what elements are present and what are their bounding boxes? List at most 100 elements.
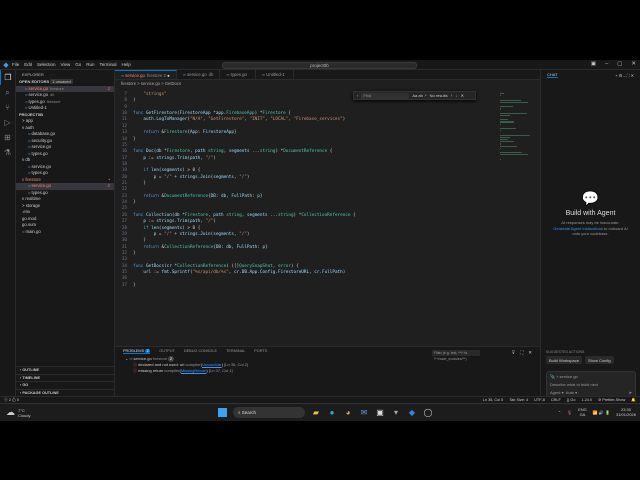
- minimize-button[interactable]: –: [605, 61, 608, 67]
- run-debug-icon[interactable]: ▷: [0, 115, 15, 130]
- layout-icon[interactable]: ▣: [591, 61, 596, 67]
- problem-code-link[interactable]: UnusedVar: [202, 362, 222, 367]
- close-button[interactable]: ✕: [631, 61, 636, 67]
- next-match-icon[interactable]: ↓: [456, 93, 458, 98]
- agent-mode-dropdown[interactable]: Agent: [550, 390, 560, 395]
- find-input[interactable]: Find: [361, 92, 410, 99]
- vscode-taskbar-icon[interactable]: ◆: [407, 408, 417, 417]
- filter-icon[interactable]: ⊽: [512, 350, 515, 356]
- file-tree-label: go.sum: [22, 222, 37, 227]
- menu-item-file[interactable]: File: [12, 62, 19, 67]
- file-tree-label: go.mod: [22, 215, 37, 221]
- minimap[interactable]: [500, 92, 530, 160]
- file-tree-item[interactable]: ∞main.go: [16, 229, 114, 236]
- maximize-panel-icon[interactable]: ⛶: [520, 350, 523, 356]
- outline-section-2[interactable]: › GO: [16, 381, 115, 389]
- extensions-icon[interactable]: ⊞: [0, 130, 15, 145]
- microphone-icon[interactable]: 🎙: [567, 410, 572, 415]
- editor-tab[interactable]: ∞ types.go: [220, 70, 256, 79]
- file-tree-label: v realtime: [22, 196, 41, 201]
- chat-tab[interactable]: CHAT: [547, 72, 558, 78]
- file-explorer-icon[interactable]: ▰: [311, 408, 321, 417]
- menu-bar: File Edit Selection View Go Run Terminal Help: [12, 62, 136, 68]
- menu-item-help[interactable]: Help: [122, 62, 131, 67]
- menu-item-edit[interactable]: Edit: [24, 62, 32, 67]
- clock[interactable]: 23:30 31/01/2026: [616, 407, 636, 417]
- panel-tab-terminal[interactable]: TERMINAL: [226, 349, 245, 354]
- source-control-icon[interactable]: ⑂: [0, 100, 15, 115]
- expand-replace-icon[interactable]: ›: [357, 93, 358, 98]
- find-options[interactable]: Aa ab .*: [412, 93, 426, 98]
- chat-input[interactable]: Describe what to build next: [550, 382, 632, 387]
- maximize-button[interactable]: ▢: [617, 61, 622, 67]
- mail-icon[interactable]: ✉: [359, 408, 369, 417]
- tab-label: service.go: [187, 72, 207, 77]
- testing-icon[interactable]: ⚗: [0, 145, 15, 160]
- agent-instructions-link[interactable]: Generate Agent Instructions: [553, 226, 603, 231]
- language-indicator[interactable]: ENG GA: [578, 407, 587, 417]
- build-workspace-button[interactable]: Build Workspace: [546, 356, 582, 364]
- model-dropdown[interactable]: Auto: [566, 390, 574, 395]
- chrome-icon[interactable]: ◕: [343, 408, 353, 417]
- problem-code-link[interactable]: MissingReturn: [181, 368, 207, 373]
- problems-filter-input[interactable]: Filter (e.g. text, **/*.ts, !**/node_mod…: [432, 350, 480, 361]
- tray-overflow-icon[interactable]: ⌃: [558, 410, 561, 415]
- close-find-icon[interactable]: ✕: [461, 93, 464, 98]
- outline-section-3[interactable]: › PACKAGE OUTLINE: [16, 388, 115, 397]
- command-center-search[interactable]: project0b: [222, 61, 417, 69]
- editor-tab[interactable]: ∞ Untitled-1: [256, 70, 294, 79]
- go-file-icon: ∞: [28, 145, 31, 149]
- problem-message: missing return: [138, 368, 164, 373]
- window-controls: ▣ – ▢ ✕: [591, 61, 636, 67]
- panel-tab-problems[interactable]: PROBLEMS 2: [123, 349, 151, 354]
- taskbar-search[interactable]: ⌕ Search: [233, 407, 305, 418]
- close-panel-icon[interactable]: ✕: [528, 350, 532, 356]
- open-editor-item[interactable]: ∞Untitled-1: [16, 105, 114, 112]
- outline-section-0[interactable]: › OUTLINE: [16, 366, 115, 374]
- line-text: p := strings.Trim(path, "/"): [143, 155, 216, 161]
- explorer-icon[interactable]: ❐: [0, 70, 15, 85]
- panel-tab-ports[interactable]: PORTS: [254, 349, 267, 354]
- problem-location: [Ln 35, Col 2]: [224, 362, 248, 367]
- start-button[interactable]: [218, 408, 227, 417]
- code-editor[interactable]: 7 "strings" 8) 9 10 func GetFirestore(Firest…: [115, 92, 485, 289]
- weather-widget[interactable]: ☁ 7°C Cloudy: [6, 407, 30, 418]
- github-icon[interactable]: ◯: [423, 408, 433, 417]
- line-text: }: [133, 200, 136, 206]
- menu-item-terminal[interactable]: Terminal: [100, 62, 117, 67]
- problem-source: compiler: [164, 368, 180, 373]
- network-volume-battery-icons[interactable]: 📶 🔊 🔋: [593, 410, 610, 415]
- attach-icon[interactable]: 📎: [550, 374, 555, 379]
- taskbar-search-label: Search: [241, 410, 257, 415]
- problem-item[interactable]: ⓧ missing return compiler(MissingReturn)…: [115, 368, 540, 374]
- previous-match-icon[interactable]: ↑: [451, 93, 453, 98]
- editor-tab[interactable]: ∞ service.go db: [177, 70, 221, 79]
- edge-icon[interactable]: ●: [327, 408, 337, 417]
- breadcrumb[interactable]: firestore > service.go > GetDocs: [115, 80, 540, 88]
- minimap-line: [500, 93, 504, 95]
- editor-tab[interactable]: ∞ service.go firestore 2 ●: [115, 70, 177, 79]
- bottom-panel: PROBLEMS 2 OUTPUT DEBUG CONSOLE TERMINAL POR…: [115, 346, 540, 396]
- store-icon[interactable]: ▣: [375, 408, 385, 417]
- problem-file-name: service.go: [133, 356, 152, 361]
- unsaved-dot-icon[interactable]: ●: [166, 73, 170, 78]
- search-icon[interactable]: ⌕: [0, 85, 15, 100]
- menu-item-go[interactable]: Go: [75, 62, 81, 67]
- go-file-icon: ∞: [28, 138, 31, 143]
- line-text: }: [133, 250, 136, 256]
- menu-item-view[interactable]: View: [61, 62, 71, 67]
- line-text: return &Firestore{App: FirestoreApp}: [143, 130, 237, 136]
- show-config-button[interactable]: Show Config: [584, 356, 614, 364]
- menu-item-selection[interactable]: Selection: [37, 62, 56, 67]
- problem-source: compiler: [185, 362, 201, 367]
- tab-description: firestore 2: [146, 73, 166, 78]
- chat-panel: CHAT + ⚙ – ⛶ ✕ 💬 Build with Agent AI resp…: [540, 70, 640, 403]
- send-icon[interactable]: ➤: [629, 390, 632, 395]
- menu-item-run[interactable]: Run: [86, 62, 94, 67]
- panel-tab-debug-console[interactable]: DEBUG CONSOLE: [184, 349, 217, 354]
- panel-tab-output[interactable]: OUTPUT: [159, 349, 175, 354]
- outline-section-1[interactable]: › TIMELINE: [16, 373, 115, 382]
- app-icon[interactable]: ▾: [391, 408, 401, 417]
- chat-toolbar[interactable]: + ⚙ – ⛶ ✕: [615, 73, 634, 78]
- chat-context-chip[interactable]: service.go: [560, 374, 578, 379]
